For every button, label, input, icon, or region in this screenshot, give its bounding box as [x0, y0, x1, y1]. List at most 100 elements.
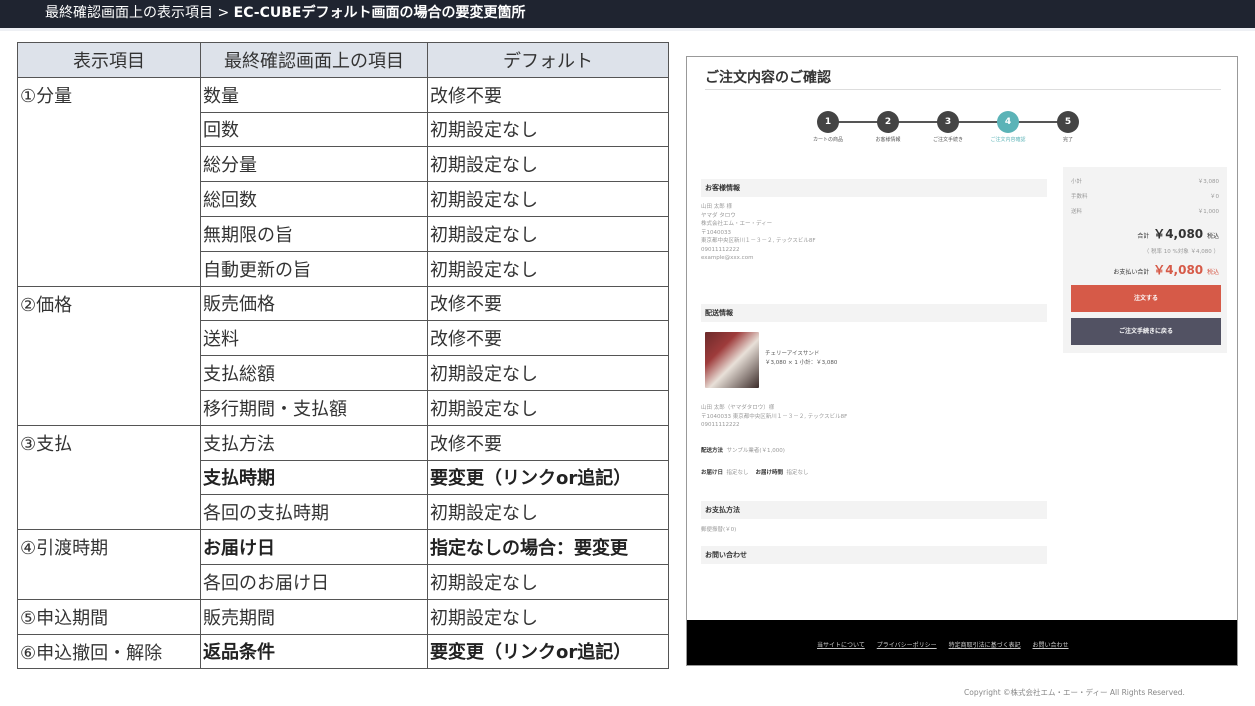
step-label: カートの商品	[812, 137, 843, 143]
default-cell: 初期設定なし	[427, 563, 669, 600]
step-number: 1	[817, 111, 839, 133]
site-footer: 当サイトについて プライバシーポリシー 特定商取引法に基づく表記 お問い合わせ	[687, 620, 1237, 665]
customer-line: 09011112222	[701, 246, 740, 253]
step-label: ご注文内容確認	[990, 137, 1026, 143]
step-number: 3	[937, 111, 959, 133]
col-header-confirm-item: 最終確認画面上の項目	[200, 42, 428, 78]
product-info: チェリーアイスサンド ￥3,080 × 1 小計：￥3,080	[765, 350, 837, 367]
default-cell: 要変更（リンクor追記）	[427, 633, 669, 670]
step-number: 5	[1057, 111, 1079, 133]
default-cell: 初期設定なし	[427, 494, 669, 531]
back-to-procedure-button[interactable]: ご注文手続きに戻る	[1071, 318, 1221, 345]
section-shipping-header: 配送情報	[701, 304, 1047, 322]
product-name: チェリーアイスサンド	[765, 351, 820, 357]
footer-links: 当サイトについて プライバシーポリシー 特定商取引法に基づく表記 お問い合わせ	[817, 640, 1079, 649]
item-cell: 無期限の旨	[200, 215, 428, 252]
default-cell: 改修不要	[427, 320, 669, 357]
table-row: ⑥申込撤回・解除 返品条件 要変更（リンクor追記）	[17, 633, 669, 670]
subtotal-value: ￥3,080	[1197, 179, 1219, 185]
date-label: お届け日	[701, 470, 724, 476]
address-line: 09011112222	[701, 422, 740, 428]
default-cell: 指定なしの場合：要変更	[427, 529, 669, 565]
subtotal-label: 小計	[1071, 179, 1083, 185]
item-cell: 送料	[200, 320, 428, 357]
customer-line: 山田 太郎 様	[701, 204, 732, 210]
customer-line: 東京都中央区新川１－３－２, テックスビル8F	[701, 238, 816, 244]
shipping-fee-value: ￥1,000	[1197, 209, 1219, 215]
item-cell: 数量	[200, 76, 428, 113]
payment-tax-suffix: 税込	[1206, 269, 1219, 276]
total-tax-suffix: 税込	[1206, 233, 1219, 240]
default-cell: 改修不要	[427, 285, 669, 322]
table-row: ①分量 数量 改修不要	[17, 76, 669, 287]
time-value: 指定なし	[786, 470, 809, 476]
table-row: ④引渡時期 お届け日 指定なしの場合：要変更	[17, 529, 669, 600]
customer-line: 株式会社エム・エー・ディー	[701, 221, 773, 227]
step-number: 2	[877, 111, 899, 133]
delivery-date: お届け日 指定なし お届け時間 指定なし	[701, 469, 809, 478]
item-cell: 販売期間	[200, 598, 428, 635]
time-label: お届け時間	[755, 470, 784, 476]
address-line: 山田 太郎（ヤマダタロウ）様	[701, 405, 775, 411]
footer-link-privacy[interactable]: プライバシーポリシー	[877, 642, 937, 649]
customer-info: 山田 太郎 様 ヤマダ タロウ 株式会社エム・エー・ディー 〒1040033 東…	[701, 203, 816, 263]
table-row: ⑤申込期間 販売期間 初期設定なし	[17, 598, 669, 635]
checkout-progress: 1 カートの商品 2 お客様情報 3 ご注文手続き 4 ご注文内容確認 5 完了	[813, 111, 1087, 151]
method-value: サンプル業者(￥1,000)	[726, 448, 785, 454]
shipping-address: 山田 太郎（ヤマダタロウ）様 〒1040033 東京都中央区新川１－３－２, テ…	[701, 404, 847, 430]
item-cell: 総分量	[200, 146, 428, 183]
copyright-text: Copyright ©株式会社エム・エー・ディー All Rights Rese…	[964, 688, 1185, 697]
fee-value: ￥0	[1210, 194, 1219, 200]
item-cell: 自動更新の旨	[200, 250, 428, 287]
step-label: ご注文手続き	[932, 137, 963, 143]
delivery-method: 配送方法 サンプル業者(￥1,000)	[701, 447, 785, 456]
customer-line: ヤマダ タロウ	[701, 212, 736, 219]
table-row: ③支払 支払方法 改修不要	[17, 424, 669, 531]
section-inquiry-header: お問い合わせ	[701, 546, 1047, 564]
payment-total-value: ￥4,080	[1153, 263, 1204, 277]
item-cell: 支払総額	[200, 355, 428, 391]
col-header-default: デフォルト	[427, 42, 669, 78]
footer-link-contact[interactable]: お問い合わせ	[1033, 642, 1069, 649]
item-cell: 総回数	[200, 181, 428, 217]
section-customer-header: お客様情報	[701, 179, 1047, 197]
default-cell: 改修不要	[427, 424, 669, 461]
footer-link-about[interactable]: 当サイトについて	[817, 642, 865, 649]
method-label: 配送方法	[701, 448, 724, 454]
default-cell: 初期設定なし	[427, 146, 669, 183]
item-cell: 移行期間・支払額	[200, 389, 428, 426]
fee-label: 手数料	[1071, 194, 1088, 200]
step-cart: 1 カートの商品	[798, 111, 858, 143]
footer-link-tokushoho[interactable]: 特定商取引法に基づく表記	[949, 642, 1021, 649]
page-title: ご注文内容のご確認	[705, 70, 831, 86]
default-cell: 初期設定なし	[427, 598, 669, 635]
default-cell: 要変更（リンクor追記）	[427, 459, 669, 496]
slide-header: 最終確認画面上の表示項目 > EC-CUBEデフォルト画面の場合の要変更箇所	[0, 0, 1255, 28]
shipping-fee-label: 送料	[1071, 209, 1083, 215]
item-cell: お届け日	[200, 529, 428, 565]
customer-line: 〒1040033	[701, 229, 731, 236]
default-cell: 初期設定なし	[427, 389, 669, 426]
payment-method: 郵便振替(￥0)	[701, 527, 737, 533]
default-cell: 初期設定なし	[427, 111, 669, 148]
step-confirm: 4 ご注文内容確認	[978, 111, 1038, 143]
date-value: 指定なし	[726, 470, 749, 476]
step-label: 完了	[1062, 137, 1073, 143]
address-line: 〒1040033 東京都中央区新川１－３－２, テックスビル8F	[701, 413, 848, 420]
place-order-button[interactable]: 注文する	[1071, 285, 1221, 312]
header-prefix: 最終確認画面上の表示項目 >	[45, 5, 234, 21]
item-cell: 回数	[200, 111, 428, 148]
step-customer: 2 お客様情報	[858, 111, 918, 143]
default-cell: 初期設定なし	[427, 355, 669, 391]
shipping-fee-row: 送料 ￥1,000	[1071, 207, 1219, 215]
product-image[interactable]	[705, 332, 759, 388]
fee-row: 手数料 ￥0	[1071, 192, 1219, 200]
payment-total-label: お支払い合計	[1113, 269, 1150, 276]
title-divider	[705, 89, 1221, 90]
table-row: ②価格 販売価格 改修不要	[17, 285, 669, 426]
customer-line: example@xxx.com	[701, 255, 754, 261]
step-procedure: 3 ご注文手続き	[918, 111, 978, 143]
item-cell: 返品条件	[200, 633, 428, 670]
section-payment-header: お支払方法	[701, 501, 1047, 519]
header-title: EC-CUBEデフォルト画面の場合の要変更箇所	[233, 5, 526, 21]
